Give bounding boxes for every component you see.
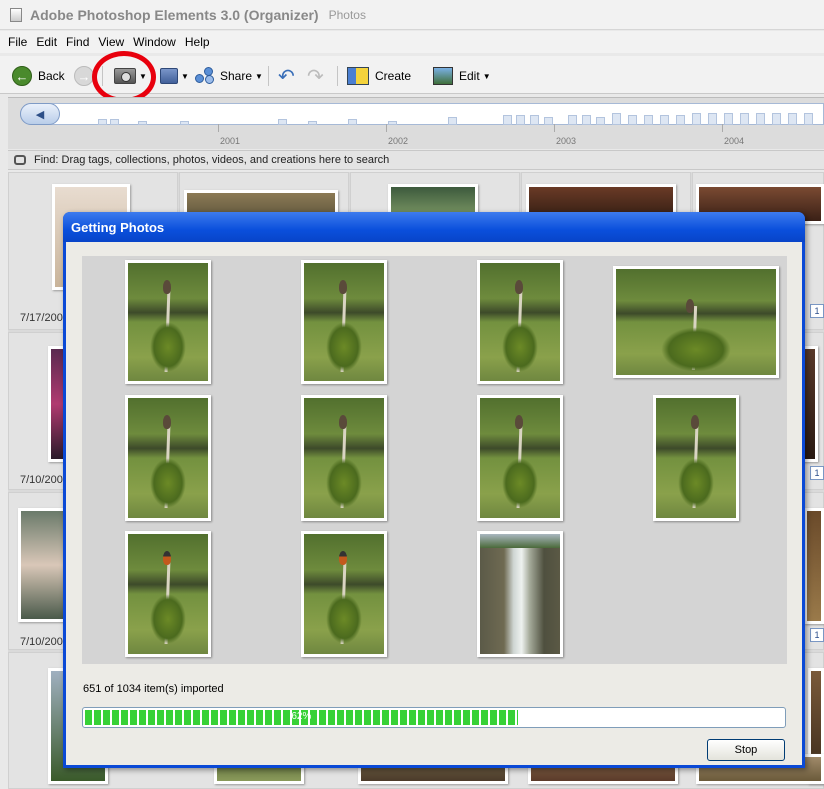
import-preview-area xyxy=(82,256,787,664)
import-photo-thumbnail xyxy=(125,531,211,657)
import-photo-thumbnail xyxy=(477,260,563,384)
share-label: Share xyxy=(220,69,253,83)
timeline[interactable]: ◀ 2001 2002 2003 2004 xyxy=(8,97,824,149)
find-bar[interactable]: Find: Drag tags, collections, photos, vi… xyxy=(8,150,824,170)
import-photo-thumbnail xyxy=(301,260,387,384)
forward-arrow-icon: → xyxy=(74,66,94,86)
stack-badge[interactable]: 1 xyxy=(810,304,824,318)
create-button[interactable]: Create xyxy=(347,64,411,88)
back-button[interactable]: ← Back xyxy=(12,64,65,88)
toolbar-separator xyxy=(337,66,338,86)
edit-label: Edit xyxy=(459,69,480,83)
toolbar-separator xyxy=(268,66,269,86)
timeline-left-arrow-icon: ◀ xyxy=(35,108,45,121)
import-photo-thumbnail xyxy=(125,395,211,521)
window-subtitle: Photos xyxy=(328,7,366,22)
create-icon xyxy=(347,67,369,85)
timeline-handle[interactable]: ◀ xyxy=(20,103,60,125)
chevron-down-icon: ▼ xyxy=(181,71,189,81)
stop-button[interactable]: Stop xyxy=(707,739,785,761)
window-title-bar: Adobe Photoshop Elements 3.0 (Organizer)… xyxy=(0,0,824,30)
date-label: 7/17/200 xyxy=(20,312,63,324)
back-label: Back xyxy=(38,69,65,83)
import-photo-thumbnail xyxy=(301,531,387,657)
highlight-circle xyxy=(92,51,156,103)
progress-percent-text: 62% xyxy=(291,711,312,722)
redo-button[interactable]: ↷ xyxy=(307,64,324,88)
timeline-year: 2004 xyxy=(724,136,745,146)
find-bar-text: Find: Drag tags, collections, photos, vi… xyxy=(34,154,390,166)
stack-badge[interactable]: 1 xyxy=(810,628,824,642)
redo-icon: ↷ xyxy=(307,65,324,88)
edit-icon xyxy=(433,67,453,85)
dialog-title: Getting Photos xyxy=(63,212,805,242)
import-status-text: 651 of 1034 item(s) imported xyxy=(83,683,224,695)
menu-window[interactable]: Window xyxy=(133,35,176,49)
import-photo-thumbnail xyxy=(653,395,739,521)
chevron-down-icon: ▼ xyxy=(255,71,263,81)
dialog-body: 651 of 1034 item(s) imported 62% Stop xyxy=(66,242,802,765)
menu-edit[interactable]: Edit xyxy=(36,35,57,49)
getting-photos-dialog: Getting Photos 651 of 1034 item(s) impor… xyxy=(63,212,805,768)
menu-file[interactable]: File xyxy=(8,35,27,49)
photo-thumbnail[interactable] xyxy=(804,508,824,624)
share-icon xyxy=(195,67,215,85)
print-button[interactable]: ▼ xyxy=(160,64,189,88)
import-photo-thumbnail xyxy=(613,266,779,378)
app-icon xyxy=(10,7,22,22)
window-title: Adobe Photoshop Elements 3.0 (Organizer) xyxy=(30,6,319,23)
share-button[interactable]: Share ▼ xyxy=(195,64,263,88)
menu-view[interactable]: View xyxy=(98,35,124,49)
binoculars-icon xyxy=(14,155,26,165)
import-photo-thumbnail xyxy=(125,260,211,384)
import-photo-thumbnail xyxy=(301,395,387,521)
create-label: Create xyxy=(375,69,412,83)
edit-button[interactable]: Edit ▼ xyxy=(433,64,491,88)
back-arrow-icon: ← xyxy=(12,66,32,86)
chevron-down-icon: ▼ xyxy=(482,71,491,81)
date-label: 7/10/200 xyxy=(20,474,63,486)
timeline-year: 2003 xyxy=(556,136,577,146)
menu-bar: File Edit Find View Window Help xyxy=(0,31,824,53)
undo-icon: ↶ xyxy=(278,65,295,88)
timeline-year: 2002 xyxy=(388,136,409,146)
menu-help[interactable]: Help xyxy=(185,35,210,49)
timeline-year: 2001 xyxy=(220,136,241,146)
import-photo-thumbnail xyxy=(477,531,563,657)
undo-button[interactable]: ↶ xyxy=(278,64,295,88)
forward-button[interactable]: → xyxy=(74,64,94,88)
progress-fill: 62% xyxy=(85,710,518,725)
printer-icon xyxy=(160,68,178,84)
menu-find[interactable]: Find xyxy=(66,35,89,49)
import-progress-bar: 62% xyxy=(82,707,786,728)
date-label: 7/10/200 xyxy=(20,636,63,648)
stack-badge[interactable]: 1 xyxy=(810,466,824,480)
import-photo-thumbnail xyxy=(477,395,563,521)
